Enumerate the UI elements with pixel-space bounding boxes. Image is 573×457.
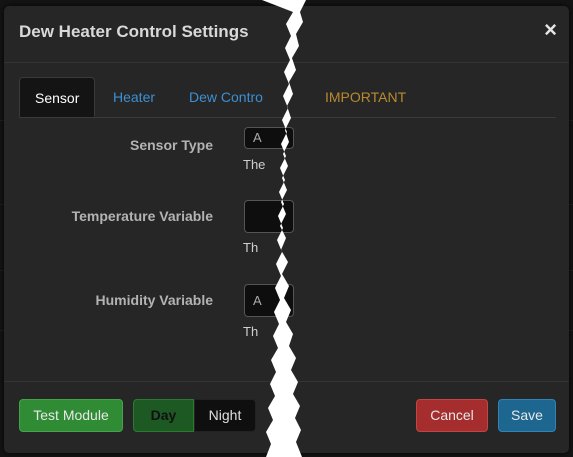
tab-bar: Sensor Heater Dew Contro IMPORTANT — [19, 77, 556, 118]
day-button[interactable]: Day — [133, 399, 194, 432]
close-icon[interactable]: × — [544, 19, 557, 41]
modal-header: Dew Heater Control Settings × — [4, 6, 569, 63]
tab-dew-control[interactable]: Dew Contro — [189, 77, 263, 117]
sensor-type-help: The — [243, 157, 266, 172]
temperature-variable-label: Temperature Variable — [71, 208, 213, 224]
modal-footer: Test Module Day Night Cancel Save — [4, 381, 569, 454]
temperature-variable-select[interactable] — [244, 200, 294, 233]
modal-title: Dew Heater Control Settings — [19, 22, 249, 41]
test-module-button[interactable]: Test Module — [19, 399, 123, 432]
night-button[interactable]: Night — [194, 399, 256, 432]
humidity-variable-help: Th — [243, 324, 259, 339]
settings-modal: Dew Heater Control Settings × Sensor Hea… — [4, 6, 569, 453]
tab-heater[interactable]: Heater — [113, 77, 155, 117]
save-button[interactable]: Save — [498, 399, 556, 432]
cancel-button[interactable]: Cancel — [416, 399, 488, 432]
temperature-variable-help: Th — [243, 240, 259, 255]
humidity-variable-label: Humidity Variable — [95, 292, 213, 308]
sensor-type-label: Sensor Type — [130, 137, 213, 153]
tab-sensor[interactable]: Sensor — [19, 77, 96, 117]
sensor-type-select[interactable]: A — [244, 127, 294, 149]
humidity-variable-select[interactable]: A — [244, 284, 294, 317]
tab-important[interactable]: IMPORTANT — [325, 77, 406, 117]
